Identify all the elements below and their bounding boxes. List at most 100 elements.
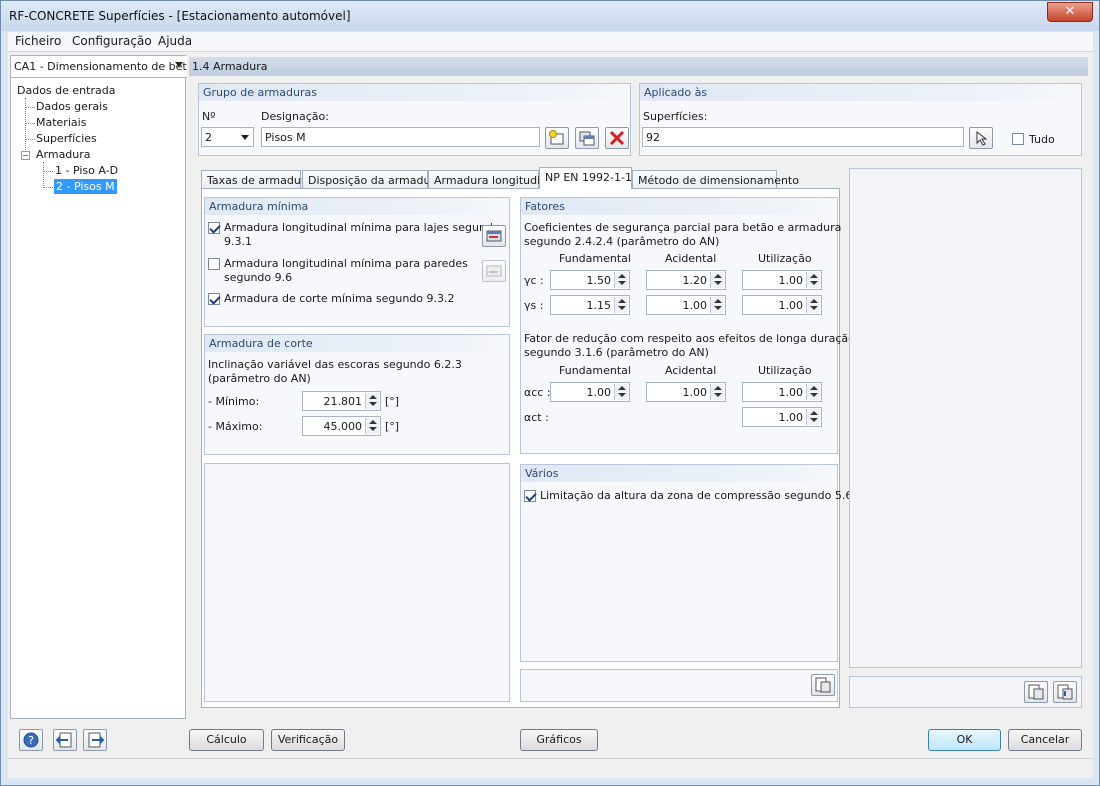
- max-angle-input[interactable]: 45.000: [302, 416, 381, 436]
- all-checkbox[interactable]: [1012, 133, 1024, 145]
- graphics-button[interactable]: Gráficos: [520, 729, 598, 751]
- factors-desc: Coeficientes de segurança parcial para b…: [524, 221, 842, 234]
- spinner[interactable]: [614, 297, 628, 313]
- gamma-s-fundamental[interactable]: 1.15: [550, 295, 630, 315]
- col-fundamental-2: Fundamental: [559, 364, 631, 377]
- status-bar: [8, 758, 1093, 778]
- applied-to-title: Aplicado às: [640, 84, 1081, 101]
- details-icon[interactable]: [482, 225, 506, 247]
- min-wall-label: Armadura longitudinal mínima para parede…: [224, 257, 468, 270]
- tab-metodo[interactable]: Método de dimensionamento: [632, 170, 799, 189]
- delete-group-icon[interactable]: [605, 127, 629, 149]
- designation-input[interactable]: Pisos M: [261, 127, 540, 147]
- gamma-c-utilizacao[interactable]: 1.00: [742, 270, 822, 290]
- min-slab-checkbox[interactable]: [208, 222, 220, 234]
- load-case-select[interactable]: CA1 - Dimensionamento de betã: [11, 56, 187, 78]
- spinner[interactable]: [806, 272, 820, 288]
- spinner[interactable]: [710, 297, 724, 313]
- gamma-c-fundamental[interactable]: 1.50: [550, 270, 630, 290]
- spinner[interactable]: [710, 384, 724, 400]
- verification-button[interactable]: Verificação: [271, 729, 345, 751]
- alpha-cc-fundamental[interactable]: 1.00: [550, 382, 630, 402]
- gamma-s-acidental[interactable]: 1.00: [646, 295, 726, 315]
- tree-item-piso-a-d[interactable]: 1 - Piso A-D: [55, 164, 118, 177]
- gamma-s-utilizacao[interactable]: 1.00: [742, 295, 822, 315]
- tree-item-superficies[interactable]: Superfícies: [36, 132, 97, 145]
- reduction-desc-2: segundo 3.1.6 (parâmetro do AN): [524, 346, 709, 359]
- menu-configuracao[interactable]: Configuração: [72, 34, 152, 48]
- spinner[interactable]: [806, 384, 820, 400]
- all-label: Tudo: [1029, 133, 1055, 146]
- max-angle-unit: [°]: [385, 420, 400, 433]
- app-window: RF-CONCRETE Superfícies - [Estacionament…: [0, 0, 1100, 786]
- tab-armadura-longitudinal[interactable]: Armadura longitudinal: [428, 170, 557, 189]
- misc-title: Vários: [521, 465, 837, 482]
- shear-desc-2: (parâmetro do AN): [208, 372, 311, 385]
- value: 1.00: [778, 274, 804, 287]
- spinner[interactable]: [614, 272, 628, 288]
- compression-limit-checkbox[interactable]: [524, 490, 536, 502]
- pick-surfaces-icon[interactable]: [969, 127, 993, 149]
- min-angle-value: 21.801: [323, 395, 363, 408]
- min-angle-unit: [°]: [385, 395, 400, 408]
- tab-np-en[interactable]: NP EN 1992-1-1: [539, 167, 632, 189]
- menu-ajuda[interactable]: Ajuda: [158, 34, 192, 48]
- window-title: RF-CONCRETE Superfícies - [Estacionament…: [9, 9, 351, 23]
- next-icon[interactable]: [83, 729, 107, 751]
- misc-box: Vários Limitação da altura da zona de co…: [520, 464, 878, 662]
- alpha-cc-utilizacao[interactable]: 1.00: [742, 382, 822, 402]
- tab-disposicao[interactable]: Disposição da armadura: [302, 170, 442, 189]
- defaults-icon[interactable]: [811, 674, 835, 696]
- load-case-value: CA1 - Dimensionamento de betã: [14, 60, 187, 73]
- alpha-cc-acidental[interactable]: 1.00: [646, 382, 726, 402]
- value: 1.00: [682, 386, 708, 399]
- col-utilizacao: Utilização: [758, 252, 812, 265]
- number-label: Nº: [202, 110, 216, 123]
- tab-taxas[interactable]: Taxas de armadura: [201, 170, 312, 189]
- client-area: CA1 - Dimensionamento de betã − Dados de…: [8, 52, 1093, 778]
- factors-box: Fatores Coeficientes de segurança parcia…: [520, 197, 855, 454]
- spinner[interactable]: [806, 409, 820, 425]
- details-icon[interactable]: [482, 260, 506, 282]
- help-icon[interactable]: ?: [19, 729, 43, 751]
- close-button[interactable]: ✕: [1047, 2, 1093, 22]
- menu-ficheiro[interactable]: Ficheiro: [15, 34, 61, 48]
- tree-item-pisos-m[interactable]: 2 - Pisos M: [54, 179, 117, 194]
- collapse-icon[interactable]: −: [21, 151, 30, 160]
- export-icon[interactable]: [1053, 681, 1077, 703]
- title-bar: RF-CONCRETE Superfícies - [Estacionament…: [1, 1, 1099, 31]
- spinner[interactable]: [365, 393, 379, 409]
- import-icon[interactable]: [1024, 681, 1048, 703]
- chevron-down-icon: [241, 135, 249, 140]
- empty-panel: [204, 463, 510, 702]
- cancel-button[interactable]: Cancelar: [1008, 729, 1082, 751]
- surfaces-input[interactable]: 92: [642, 127, 964, 147]
- spinner[interactable]: [365, 418, 379, 434]
- gamma-c-acidental[interactable]: 1.20: [646, 270, 726, 290]
- min-angle-label: - Mínimo:: [208, 395, 260, 408]
- spinner[interactable]: [614, 384, 628, 400]
- min-angle-input[interactable]: 21.801: [302, 391, 381, 411]
- min-shear-checkbox[interactable]: [208, 293, 220, 305]
- alpha-ct-utilizacao[interactable]: 1.00: [742, 407, 822, 427]
- new-group-icon[interactable]: [545, 127, 569, 149]
- previous-icon[interactable]: [53, 729, 77, 751]
- group-number-select[interactable]: 2: [201, 127, 254, 147]
- tree-item-armadura[interactable]: Armadura: [36, 148, 91, 161]
- copy-group-icon[interactable]: [575, 127, 599, 149]
- ok-button[interactable]: OK: [928, 729, 1001, 751]
- gamma-s-label: γs :: [524, 299, 544, 312]
- calculation-button[interactable]: Cálculo: [189, 729, 264, 751]
- tree-item-materiais[interactable]: Materiais: [36, 116, 86, 129]
- value: 1.00: [778, 299, 804, 312]
- spinner[interactable]: [710, 272, 724, 288]
- spinner[interactable]: [806, 297, 820, 313]
- min-wall-checkbox[interactable]: [208, 258, 220, 270]
- page-title: 1.4 Armadura: [189, 57, 1088, 76]
- gamma-c-label: γc :: [524, 274, 544, 287]
- shear-reinforcement-title: Armadura de corte: [205, 335, 509, 352]
- tree-item-dados-entrada[interactable]: Dados de entrada: [17, 84, 115, 97]
- tree-item-dados-gerais[interactable]: Dados gerais: [36, 100, 108, 113]
- shear-reinforcement-box: Armadura de corte Inclinação variável da…: [204, 334, 510, 455]
- value: 1.50: [586, 274, 612, 287]
